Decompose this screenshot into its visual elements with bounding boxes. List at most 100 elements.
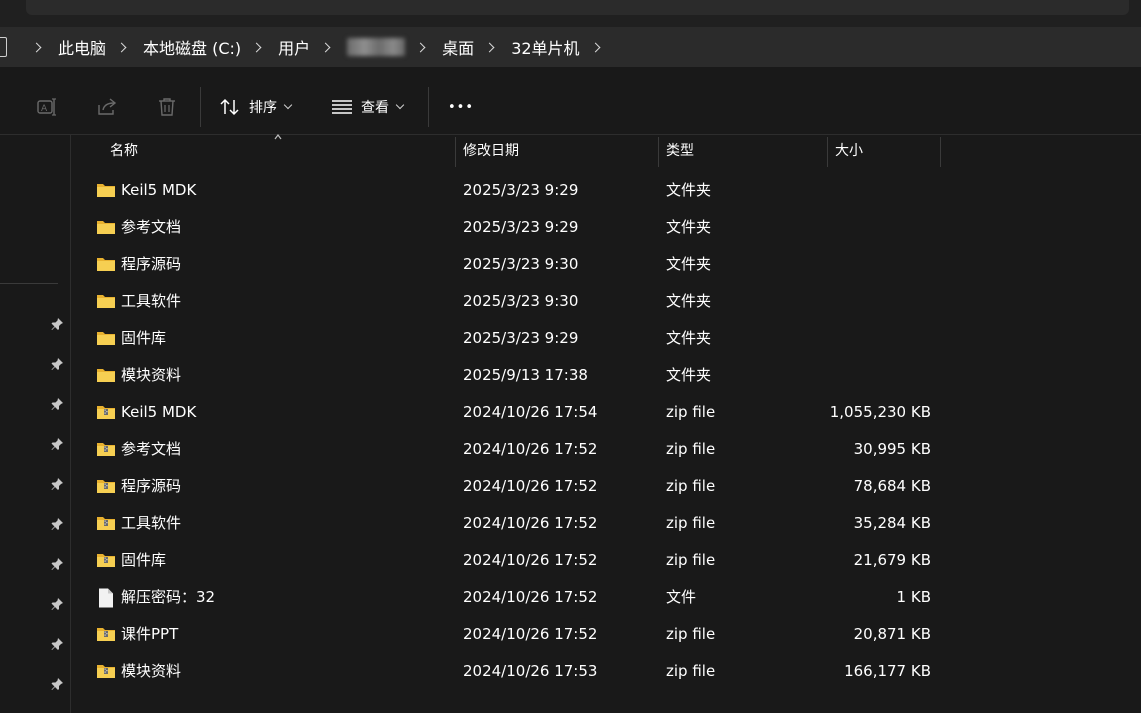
chevron-right-icon[interactable] [415, 42, 426, 52]
view-button[interactable]: 查看 [331, 95, 405, 119]
file-row[interactable]: Keil5 MDK 2024/10/26 17:54 zip file 1,05… [72, 394, 1141, 431]
file-row[interactable]: 模块资料 2024/10/26 17:53 zip file 166,177 K… [72, 653, 1141, 690]
file-name: 工具软件 [121, 292, 182, 310]
chevron-right-icon[interactable] [251, 42, 262, 52]
zip-folder-icon [96, 514, 116, 532]
breadcrumb-desktop[interactable]: 桌面 [442, 35, 474, 59]
pin-icon[interactable] [50, 677, 64, 691]
column-divider[interactable] [658, 137, 659, 167]
file-name: 模块资料 [121, 662, 182, 680]
toolbar-divider [428, 87, 429, 127]
breadcrumb-this-pc[interactable]: 此电脑 [58, 35, 106, 59]
file-name: 解压密码：32 [121, 588, 216, 606]
file-row[interactable]: 课件PPT 2024/10/26 17:52 zip file 20,871 K… [72, 616, 1141, 653]
chevron-right-icon[interactable] [116, 42, 127, 52]
file-row[interactable]: 模块资料 2025/9/13 17:38 文件夹 [72, 357, 1141, 394]
file-type: zip file [666, 403, 716, 421]
pin-icon[interactable] [50, 437, 64, 451]
address-bar[interactable]: 此电脑 本地磁盘 (C:) 用户 桌面 32单片机 [0, 27, 1141, 67]
chevron-right-icon[interactable] [484, 42, 495, 52]
column-divider[interactable] [940, 137, 941, 167]
file-modified: 2024/10/26 17:52 [463, 440, 598, 458]
delete-icon[interactable] [156, 96, 178, 118]
toolbar-divider [200, 87, 201, 127]
file-size: 21,679 KB [853, 551, 931, 569]
file-name: 参考文档 [121, 218, 182, 236]
file-row[interactable]: 固件库 2024/10/26 17:52 zip file 21,679 KB [72, 542, 1141, 579]
pc-icon [0, 37, 7, 57]
pin-icon[interactable] [50, 637, 64, 651]
file-row[interactable]: Keil5 MDK 2025/3/23 9:29 文件夹 [72, 172, 1141, 209]
breadcrumb-local-disk[interactable]: 本地磁盘 (C:) [143, 35, 241, 59]
file-type: zip file [666, 662, 716, 680]
file-row[interactable]: 程序源码 2024/10/26 17:52 zip file 78,684 KB [72, 468, 1141, 505]
file-modified: 2024/10/26 17:52 [463, 477, 598, 495]
svg-text:A: A [41, 104, 48, 114]
pin-icon[interactable] [50, 357, 64, 371]
chevron-right-icon[interactable] [320, 42, 331, 52]
file-modified: 2024/10/26 17:52 [463, 625, 598, 643]
file-type: zip file [666, 625, 716, 643]
zip-folder-icon [96, 625, 116, 643]
file-name: 固件库 [121, 329, 167, 347]
document-icon [96, 588, 116, 608]
column-divider[interactable] [455, 137, 456, 167]
file-modified: 2024/10/26 17:53 [463, 662, 598, 680]
command-bar: A 排序 查看 ••• [0, 67, 1141, 135]
zip-folder-icon [96, 440, 116, 458]
folder-icon [96, 255, 116, 273]
breadcrumb-current-folder[interactable]: 32单片机 [511, 35, 579, 59]
column-header-type[interactable]: 类型 [666, 135, 694, 167]
pin-icon[interactable] [50, 397, 64, 411]
file-row[interactable]: 工具软件 2025/3/23 9:30 文件夹 [72, 283, 1141, 320]
file-modified: 2024/10/26 17:52 [463, 551, 598, 569]
file-name: 程序源码 [121, 255, 182, 273]
breadcrumb-username-redacted[interactable] [347, 38, 406, 56]
pin-icon[interactable] [50, 597, 64, 611]
zip-folder-icon [96, 477, 116, 495]
file-row[interactable]: 参考文档 2024/10/26 17:52 zip file 30,995 KB [72, 431, 1141, 468]
more-options-button[interactable]: ••• [448, 95, 474, 119]
file-modified: 2025/3/23 9:30 [463, 255, 579, 273]
file-type: zip file [666, 440, 716, 458]
file-type: 文件夹 [666, 329, 712, 347]
file-modified: 2025/9/13 17:38 [463, 366, 588, 384]
file-size: 1 KB [896, 588, 931, 606]
zip-folder-icon [96, 551, 116, 569]
folder-icon [96, 366, 116, 384]
column-header: 名称 修改日期 类型 大小 [72, 135, 1141, 167]
breadcrumb-users[interactable]: 用户 [278, 35, 310, 59]
pin-icon[interactable] [50, 517, 64, 531]
file-name: 工具软件 [121, 514, 182, 532]
sort-label: 排序 [249, 100, 277, 116]
file-row[interactable]: 解压密码：32 2024/10/26 17:52 文件 1 KB [72, 579, 1141, 616]
pin-icon[interactable] [50, 477, 64, 491]
chevron-down-icon [283, 100, 293, 110]
file-type: 文件夹 [666, 366, 712, 384]
file-row[interactable]: 参考文档 2025/3/23 9:29 文件夹 [72, 209, 1141, 246]
chevron-right-icon[interactable] [31, 42, 42, 52]
sort-button[interactable]: 排序 [219, 95, 293, 119]
file-row[interactable]: 程序源码 2025/3/23 9:30 文件夹 [72, 246, 1141, 283]
share-icon[interactable] [96, 96, 118, 118]
file-size: 35,284 KB [853, 514, 931, 532]
column-header-modified[interactable]: 修改日期 [463, 135, 519, 167]
file-type: zip file [666, 551, 716, 569]
file-row[interactable]: 工具软件 2024/10/26 17:52 zip file 35,284 KB [72, 505, 1141, 542]
navigation-pane [0, 135, 71, 713]
pin-icon[interactable] [50, 317, 64, 331]
folder-icon [96, 181, 116, 199]
folder-icon [96, 218, 116, 236]
file-size: 78,684 KB [853, 477, 931, 495]
column-divider[interactable] [827, 137, 828, 167]
column-header-name[interactable]: 名称 [110, 135, 138, 167]
sort-icon [220, 98, 239, 116]
file-row[interactable]: 固件库 2025/3/23 9:29 文件夹 [72, 320, 1141, 357]
pin-icon[interactable] [50, 557, 64, 571]
chevron-right-icon[interactable] [590, 42, 601, 52]
nav-divider [0, 283, 58, 284]
file-modified: 2025/3/23 9:29 [463, 329, 579, 347]
chevron-down-icon [395, 100, 405, 110]
column-header-size[interactable]: 大小 [835, 135, 863, 167]
rename-icon[interactable]: A [36, 96, 58, 118]
